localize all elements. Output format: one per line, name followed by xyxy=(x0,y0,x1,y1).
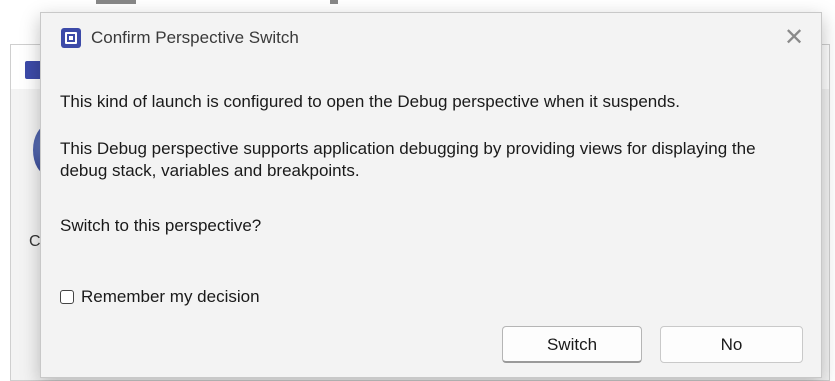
remember-decision-checkbox[interactable] xyxy=(60,290,74,304)
switch-button[interactable]: Switch xyxy=(502,326,642,363)
remember-decision-row[interactable]: Remember my decision xyxy=(60,287,260,307)
message-launch-config: This kind of launch is configured to ope… xyxy=(60,92,680,111)
confirm-perspective-dialog: Confirm Perspective Switch ✕ This kind o… xyxy=(40,12,822,378)
close-icon[interactable]: ✕ xyxy=(779,23,809,53)
background-top-mark xyxy=(96,0,136,4)
background-top-mark xyxy=(330,0,338,4)
background-partial-text: C xyxy=(29,233,41,250)
dialog-title: Confirm Perspective Switch xyxy=(91,28,299,47)
message-perspective-description: This Debug perspective supports applicat… xyxy=(60,139,756,180)
switch-question: Switch to this perspective? xyxy=(60,216,262,235)
no-button[interactable]: No xyxy=(660,326,803,363)
eclipse-app-icon xyxy=(61,28,81,48)
dialog-titlebar: Confirm Perspective Switch ✕ xyxy=(41,13,821,63)
remember-decision-label[interactable]: Remember my decision xyxy=(81,287,260,307)
